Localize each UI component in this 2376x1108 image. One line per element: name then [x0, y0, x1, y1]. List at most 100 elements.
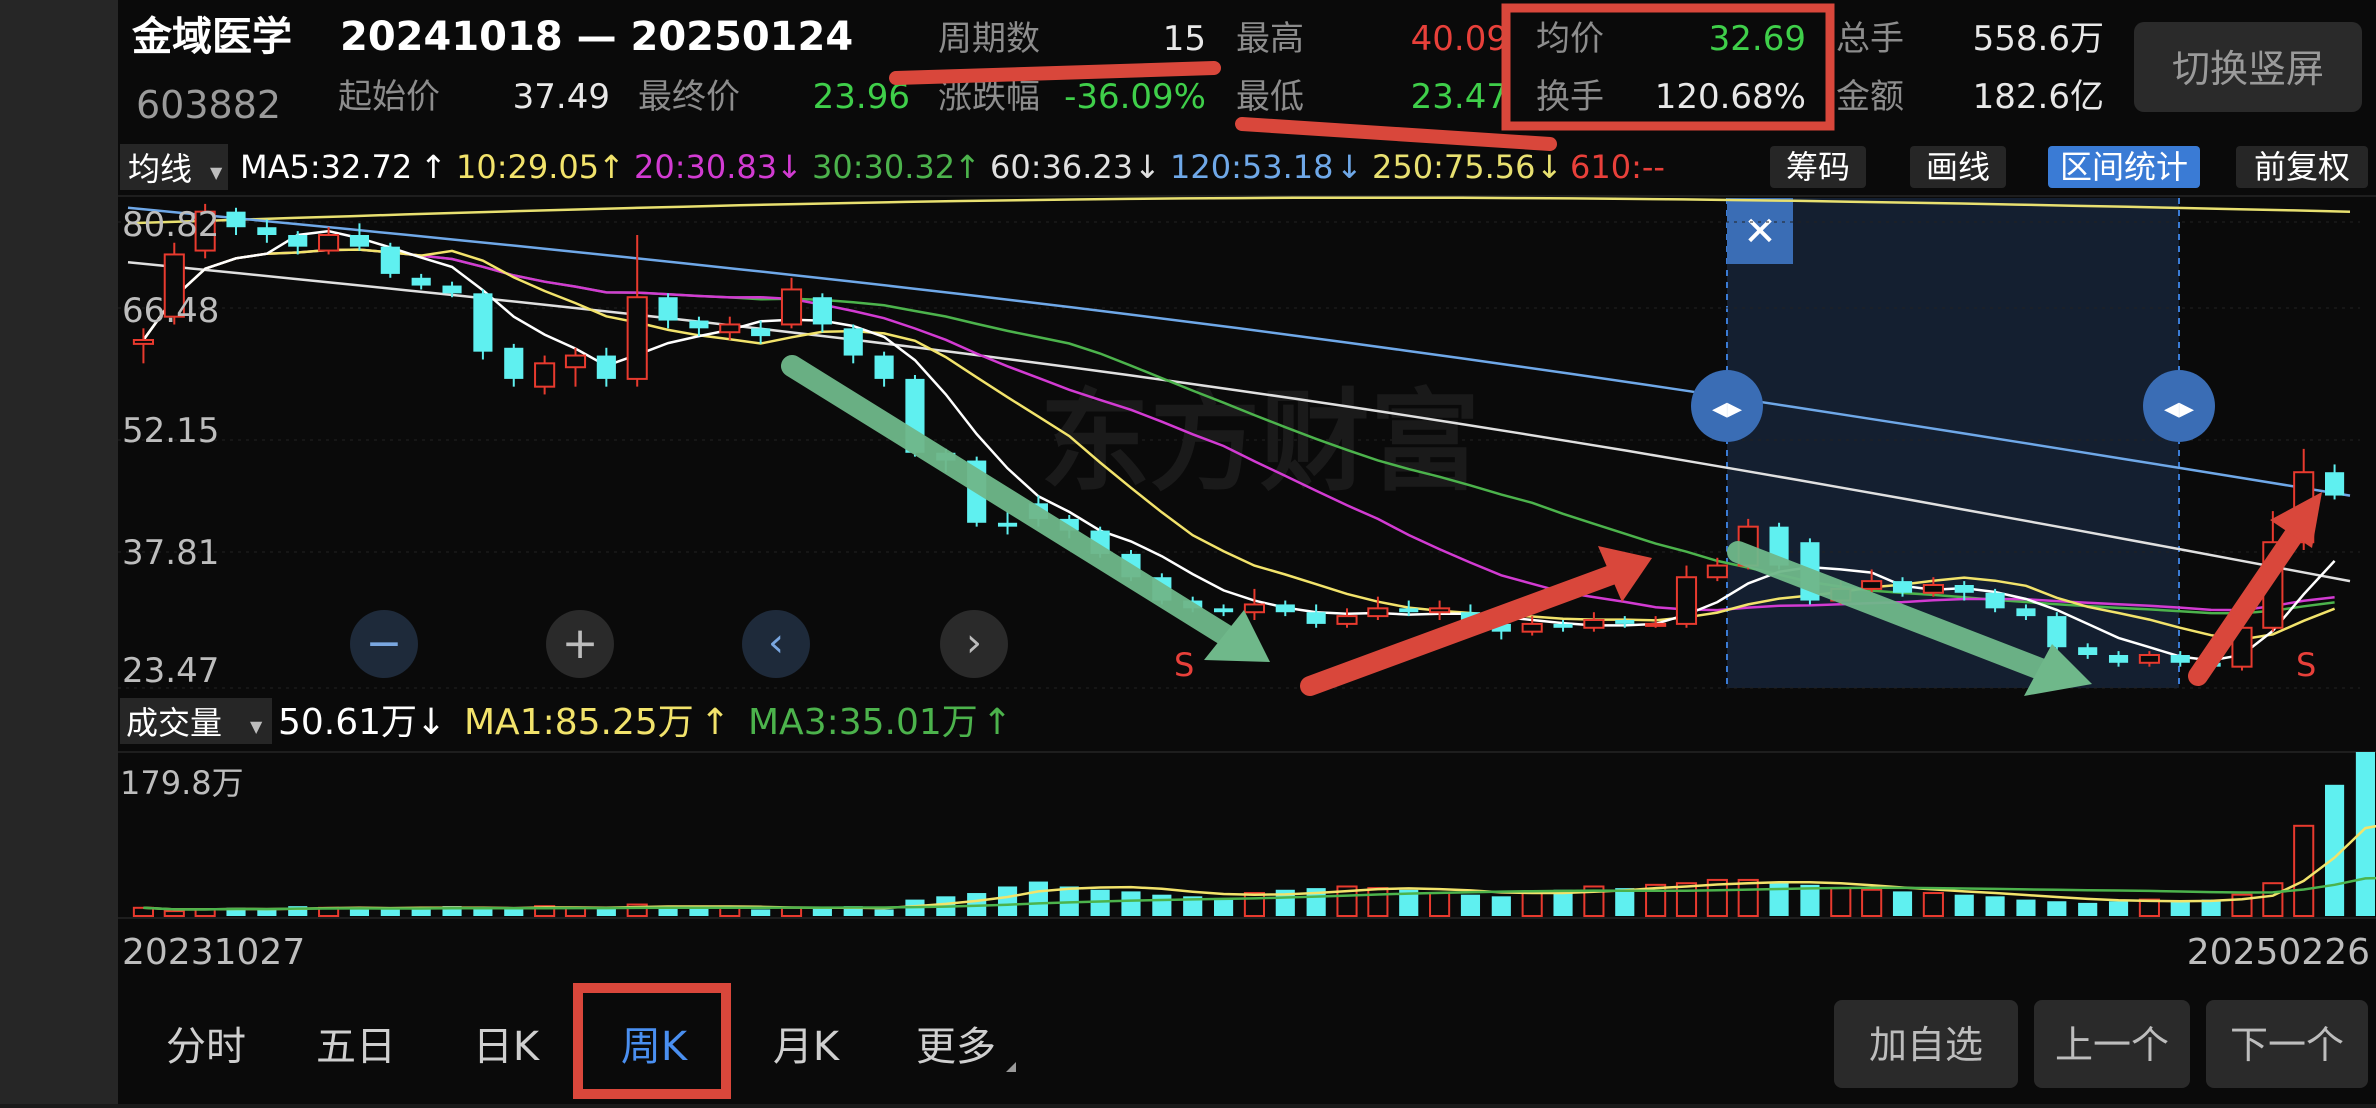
- volume-bar: [2262, 882, 2284, 918]
- volume-bar: [997, 886, 1018, 916]
- arrow-down-icon: ↓: [1536, 148, 1563, 186]
- candle-body: [1367, 607, 1389, 618]
- candle-body: [1214, 608, 1234, 613]
- arrow-down-icon: ↓: [1134, 148, 1161, 186]
- volume-bar: [2016, 899, 2036, 916]
- candle-body: [1275, 604, 1295, 613]
- sell-marker: S: [2296, 646, 2316, 684]
- amount-label: 金额: [1836, 77, 1904, 117]
- candle-body: [843, 328, 863, 356]
- candle-body: [1243, 603, 1265, 614]
- draw-line-label: 画线: [1926, 148, 1990, 186]
- candle-body: [2016, 608, 2036, 617]
- arrow-up-icon: ↑: [420, 148, 447, 186]
- candle-body: [2325, 472, 2345, 496]
- switch-portrait-button[interactable]: 切换竖屏: [2134, 22, 2362, 112]
- candle-body: [534, 362, 556, 388]
- candle-body: [1429, 607, 1451, 614]
- ma5-value: MA5:32.72: [240, 148, 412, 186]
- volume-bar: [1830, 887, 1852, 917]
- candle-body: [226, 211, 246, 228]
- arrow-up-icon: ↑: [700, 702, 730, 743]
- volume-bar: [751, 909, 771, 916]
- zoom-in-button[interactable]: +: [546, 610, 614, 678]
- ma-selector[interactable]: 均线 ▼: [120, 144, 228, 190]
- ma-selector-label: 均线: [128, 150, 192, 188]
- chevron-right-icon: ›: [966, 620, 982, 666]
- add-watchlist-button[interactable]: 加自选: [1834, 1000, 2018, 1088]
- candle-body: [2047, 616, 2067, 648]
- zoom-out-button[interactable]: −: [350, 610, 418, 678]
- candle-body: [349, 235, 370, 247]
- minus-icon: −: [366, 618, 403, 669]
- candle-body: [442, 285, 462, 294]
- end-price-label: 最终价: [638, 77, 740, 117]
- candle-body: [1954, 585, 1974, 593]
- volume-bar: [1491, 896, 1511, 916]
- stock-chart-screen: 金域医学 20241018 — 20250124 603882 周期数 15 最…: [0, 0, 2376, 1104]
- next-button[interactable]: 下一个: [2206, 1000, 2368, 1088]
- scroll-left-button[interactable]: ‹: [742, 610, 810, 678]
- left-range-handle[interactable]: ◂▸: [1691, 370, 1763, 442]
- tab-five-day[interactable]: 五日: [316, 1024, 396, 1070]
- tab-intraday[interactable]: 分时: [166, 1024, 246, 1070]
- ma10-value: 10:29.05: [456, 148, 599, 186]
- candle-body: [874, 355, 894, 379]
- ma610-value: 610:--: [1570, 148, 1665, 186]
- arrow-up-icon: ↑: [598, 148, 625, 186]
- draw-line-button[interactable]: 画线: [1910, 146, 2006, 188]
- price-tick: 52.15: [122, 411, 219, 451]
- avg-price-label: 均价: [1536, 19, 1604, 59]
- volume-selector[interactable]: 成交量 ▼: [120, 698, 272, 744]
- price-tick: 23.47: [122, 651, 219, 691]
- candle-body: [1985, 592, 2005, 609]
- period-count-value: 15: [1163, 19, 1206, 59]
- forward-adjust-button[interactable]: 前复权: [2236, 146, 2368, 188]
- ma30-value: 30:30.32: [812, 148, 955, 186]
- volume-bar: [2047, 901, 2067, 916]
- volume-bar: [1675, 882, 1698, 918]
- candle-body: [1336, 615, 1358, 625]
- low-label: 最低: [1236, 77, 1304, 117]
- ma250-value: 250:75.56: [1372, 148, 1535, 186]
- volume-bar: [257, 909, 277, 916]
- tab-more-label: 更多: [916, 1024, 996, 1070]
- candle-body: [132, 339, 154, 345]
- interval-stats-button[interactable]: 区间统计: [2048, 146, 2200, 188]
- candle-body: [596, 355, 616, 379]
- candle-body: [504, 347, 524, 379]
- close-interval-button[interactable]: ✕: [1727, 198, 1793, 264]
- start-price-value: 37.49: [513, 77, 610, 117]
- previous-label: 上一个: [2055, 1023, 2169, 1067]
- candle-body: [1521, 622, 1543, 633]
- price-tick: 66.48: [122, 291, 219, 331]
- scroll-right-button[interactable]: ›: [940, 610, 1008, 678]
- low-value: 23.47: [1411, 77, 1508, 117]
- watermark: 东方财富: [1040, 378, 1480, 506]
- volume-max-label: 179.8万: [120, 764, 244, 802]
- resize-handle-icon: ◂▸: [1712, 391, 1742, 426]
- tab-daily-k[interactable]: 日K: [473, 1024, 541, 1070]
- turnover-value: 120.68%: [1655, 77, 1806, 117]
- date-range: 20241018 — 20250124: [340, 14, 853, 60]
- candle-body: [1892, 581, 1913, 593]
- candle-body: [751, 328, 771, 337]
- tab-monthly-k[interactable]: 月K: [773, 1024, 841, 1070]
- selected-interval-region[interactable]: [1727, 198, 2179, 688]
- candle-body: [780, 288, 803, 326]
- chips-button[interactable]: 筹码: [1770, 146, 1866, 188]
- volume-bar: [1028, 881, 1048, 916]
- previous-button[interactable]: 上一个: [2034, 1000, 2190, 1088]
- candle-body: [1922, 584, 1944, 594]
- sell-marker: S: [1174, 646, 1194, 684]
- candle-body: [626, 296, 648, 380]
- avg-price-value: 32.69: [1709, 19, 1806, 59]
- ma120-value: 120:53.18: [1170, 148, 1333, 186]
- candle-body: [689, 320, 709, 329]
- volume-bar: [163, 910, 185, 918]
- right-range-handle[interactable]: ◂▸: [2143, 370, 2215, 442]
- candle-body: [318, 234, 340, 252]
- candle-body: [719, 323, 741, 334]
- volume-bar: [1985, 896, 2005, 916]
- arrow-down-icon: ↓: [416, 702, 446, 743]
